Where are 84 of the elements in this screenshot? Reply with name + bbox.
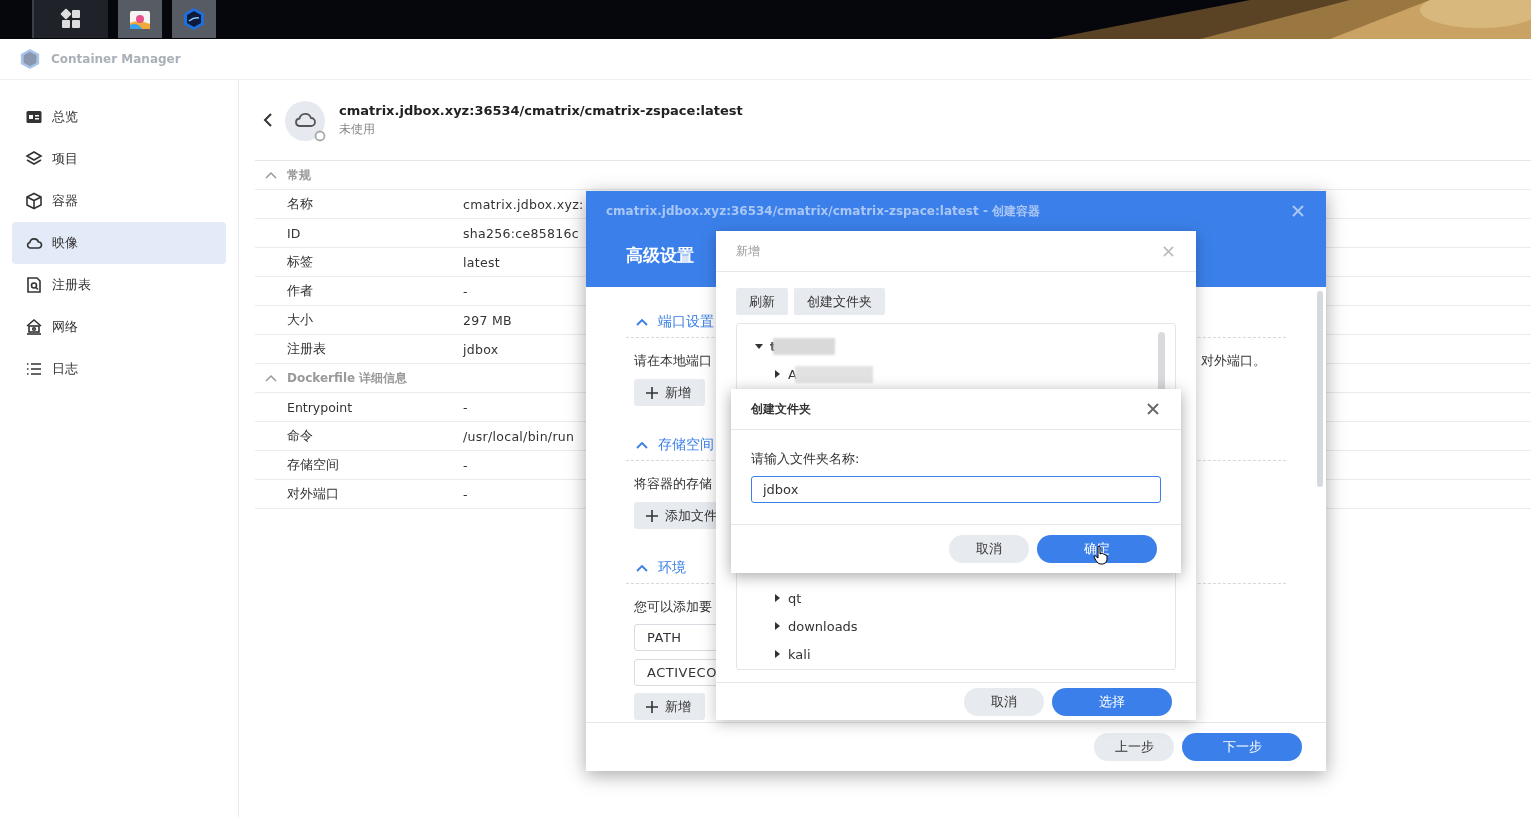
sidebar-item[interactable]: 总览 bbox=[12, 96, 226, 138]
field-label: 命令 bbox=[286, 427, 314, 445]
sidebar-item[interactable]: 日志 bbox=[12, 348, 226, 390]
plus-icon bbox=[646, 509, 658, 522]
section-description: 将容器的存储 bbox=[634, 475, 712, 493]
field-value: - bbox=[463, 457, 468, 473]
close-icon[interactable] bbox=[1147, 403, 1159, 415]
section-title: Dockerfile 详细信息 bbox=[287, 369, 408, 387]
field-value: jdbox bbox=[463, 341, 499, 357]
toolbar-button[interactable]: 刷新 bbox=[736, 288, 788, 315]
toolbar-button[interactable]: 创建文件夹 bbox=[794, 288, 885, 315]
chevron-icon[interactable] bbox=[265, 171, 277, 179]
cube-icon bbox=[25, 192, 43, 210]
chevron-icon[interactable] bbox=[636, 564, 648, 572]
section-description: 您可以添加要 bbox=[634, 598, 712, 616]
section-title[interactable]: 存储空间 bbox=[658, 436, 714, 454]
container-app-icon[interactable] bbox=[172, 0, 216, 38]
step-button[interactable]: 上一步 bbox=[1094, 733, 1174, 761]
section-description: 对外端口。 bbox=[1201, 352, 1266, 370]
field-label: 大小 bbox=[286, 311, 314, 329]
field-label: Entrypoint bbox=[286, 399, 354, 415]
overview-icon bbox=[25, 108, 43, 126]
chevron-icon[interactable] bbox=[265, 374, 277, 382]
field-label: 注册表 bbox=[286, 340, 327, 358]
section-title: 常规 bbox=[287, 166, 311, 184]
cloud-avatar-icon bbox=[285, 101, 327, 143]
plus-icon bbox=[646, 386, 658, 399]
caret-icon bbox=[773, 370, 781, 378]
caret-icon bbox=[773, 622, 781, 630]
section-title[interactable]: 端口设置 bbox=[658, 313, 714, 331]
scrollbar[interactable] bbox=[1158, 332, 1165, 392]
scrollbar[interactable] bbox=[1317, 291, 1323, 487]
field-label: 对外端口 bbox=[286, 485, 340, 503]
sidebar-item[interactable]: 网络 bbox=[12, 306, 226, 348]
chevron-icon[interactable] bbox=[636, 318, 648, 326]
field-label: ID bbox=[286, 225, 302, 241]
app-logo-icon bbox=[19, 48, 41, 70]
field-value: - bbox=[463, 399, 468, 415]
field-value: cmatrix.jdbox.xyz: bbox=[463, 196, 584, 212]
dialog-button[interactable]: 选择 bbox=[1052, 687, 1172, 716]
grid-icon bbox=[60, 8, 82, 30]
add-button[interactable]: 新增 bbox=[634, 693, 705, 720]
tree-item[interactable]: qt bbox=[737, 584, 802, 612]
back-icon[interactable] bbox=[263, 112, 273, 128]
layers-icon bbox=[25, 150, 43, 168]
field-label: 请输入文件夹名称: bbox=[751, 450, 861, 468]
registry-icon bbox=[25, 276, 43, 294]
tree-item[interactable]: A bbox=[737, 360, 797, 388]
folder-name-field[interactable]: jdbox bbox=[751, 476, 1161, 503]
field-value: - bbox=[463, 486, 468, 502]
dialog-title: cmatrix.jdbox.xyz:36534/cmatrix/cmatrix-zspace:latest - 创建容器 bbox=[606, 202, 1041, 220]
field-label: 存储空间 bbox=[286, 456, 340, 474]
sidebar-item[interactable]: 映像 bbox=[12, 222, 226, 264]
sidebar-item[interactable]: 项目 bbox=[12, 138, 226, 180]
field-label: 名称 bbox=[286, 195, 314, 213]
add-button[interactable]: 新增 bbox=[634, 379, 705, 406]
caret-icon bbox=[755, 342, 763, 350]
section-title[interactable]: 环境 bbox=[658, 559, 686, 577]
plus-icon bbox=[646, 700, 658, 713]
field-value: 297 MB bbox=[463, 312, 512, 328]
caret-icon bbox=[773, 650, 781, 658]
field-value: latest bbox=[463, 254, 500, 270]
dialog-button[interactable]: 取消 bbox=[949, 535, 1029, 563]
step-heading: 高级设置 bbox=[625, 244, 694, 267]
field-label: 作者 bbox=[286, 282, 314, 300]
chevron-icon[interactable] bbox=[636, 441, 648, 449]
dialog-button[interactable]: 取消 bbox=[964, 687, 1044, 716]
sidebar-item[interactable]: 容器 bbox=[12, 180, 226, 222]
dialog-title: 新增 bbox=[736, 242, 760, 260]
step-button[interactable]: 下一步 bbox=[1182, 733, 1302, 761]
sidebar-item[interactable]: 注册表 bbox=[12, 264, 226, 306]
image-status: 未使用 bbox=[339, 120, 376, 138]
main-menu-button[interactable] bbox=[32, 0, 108, 38]
list-icon bbox=[25, 360, 43, 378]
field-label: 标签 bbox=[286, 253, 314, 271]
field-value: /usr/local/bin/run bbox=[463, 428, 575, 444]
image-title: cmatrix.jdbox.xyz:36534/cmatrix/cmatrix-zspace:latest bbox=[339, 102, 743, 118]
dialog-title: 创建文件夹 bbox=[751, 400, 811, 418]
section-description: 请在本地端口 bbox=[634, 352, 712, 370]
caret-icon bbox=[773, 594, 781, 602]
field-value: - bbox=[463, 283, 468, 299]
field-value: sha256:ce85816c bbox=[463, 225, 579, 241]
store-app-icon[interactable] bbox=[118, 0, 162, 38]
app-title: Container Manager bbox=[51, 52, 181, 66]
